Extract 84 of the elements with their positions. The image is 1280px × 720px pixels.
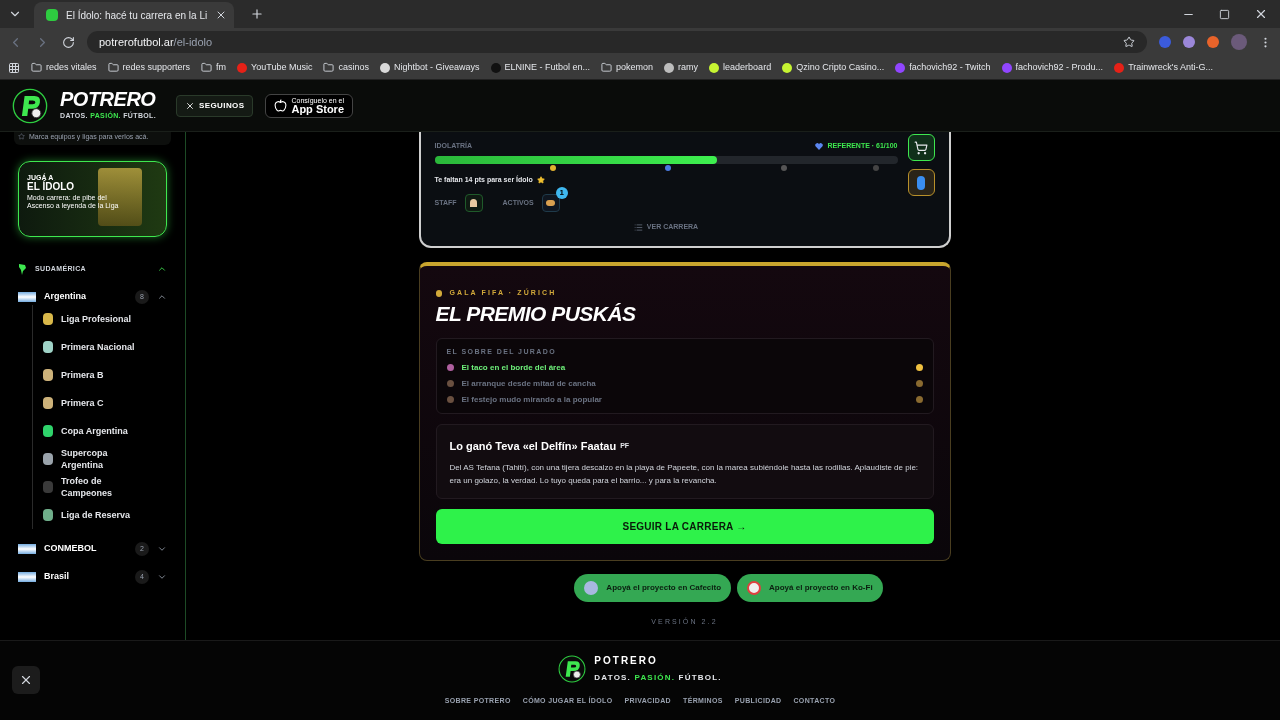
close-button[interactable] [12,666,40,694]
logo-icon [558,654,587,683]
folder-icon [107,62,119,73]
assets-button[interactable] [541,194,560,212]
app-store-label: App Store [291,103,344,115]
bookmark[interactable]: fm [201,60,227,75]
option-emoji-icon [446,380,454,387]
bookmark[interactable]: redes vitales [31,60,97,75]
list-icon [633,222,643,232]
reaction-icon [915,396,923,403]
reload-icon[interactable] [62,35,75,49]
close-window-icon[interactable] [1254,7,1268,21]
bookmark[interactable]: pokemon [601,60,654,75]
flag-icon [18,544,36,554]
item-button[interactable] [907,169,935,196]
league-item[interactable]: Primera B [33,361,167,389]
brand-name: POTRERO [60,89,156,110]
league-item[interactable]: Supercopa Argentina [33,445,167,473]
support-button[interactable]: Apoyá el proyecto en Cafecito [574,574,732,602]
reaction-icon [915,364,923,371]
milestone-icon [780,164,787,171]
staff-button[interactable] [464,194,483,212]
flag-icon [18,572,36,582]
shopping-cart-icon [914,140,928,155]
league-item[interactable]: Trofeo de Campeones [33,473,167,501]
star-icon [536,175,545,184]
league-item[interactable]: Liga Profesional [33,305,167,333]
promo-title: EL ÍDOLO [27,181,76,194]
bookmark[interactable]: Trainwreck's Anti-G... [1114,60,1214,75]
option-emoji-icon [446,396,454,403]
flag-icon [18,292,36,302]
reaction-icon [915,380,923,387]
bookmark[interactable]: leaderboard [709,60,772,75]
result-text: Del AS Tefana (Tahití), con una tijera descalzo en la playa de Papeete, con la marea subiéndole hasta las rodillas. Aplaudiste de pie: era un golazo, la verdad. Lo tuyo queda para el barrio... y para la revancha. [449,461,920,487]
star-icon [18,133,25,140]
folder-icon [601,62,613,73]
bookmark[interactable]: ramy [664,60,699,75]
bookmark[interactable]: casinos [323,60,369,75]
league-item[interactable]: Primera Nacional [33,333,167,361]
bookmark[interactable]: fachovich92 - Twitch [895,60,991,75]
notification-badge: 1 [555,187,568,199]
logo-icon [12,87,48,124]
league-item[interactable]: Copa Argentina [33,417,167,445]
apps-icon[interactable] [8,61,20,74]
league-item[interactable]: Liga de Reserva [33,501,167,529]
address-field[interactable]: potrerofutbol.ar/el-idolo [87,31,1147,53]
apple-icon [274,99,288,112]
new-tab-icon[interactable] [250,7,264,21]
bookmark[interactable]: ELNINE - Futbol en... [490,60,591,75]
milestone-icon [549,164,556,171]
bookmark[interactable]: Nightbot - Giveaways [379,60,480,75]
milestone-icon [872,164,879,171]
tab-title: El Ídolo: hacé tu carrera en la Li [66,8,208,23]
result-title: Lo ganó Teva «el Delfín» Faatau [449,439,617,454]
jury-option[interactable]: El taco en el borde del área [446,362,923,373]
jury-option[interactable]: El festejo mudo mirando a la popular [446,394,923,405]
favicon [46,9,58,21]
bookmark[interactable]: YouTube Music [237,60,313,75]
brand-tagline: DATOS. PASIÓN. FÚTBOL. [594,672,722,684]
heart-icon [815,142,824,150]
bookmark[interactable]: Qzino Cripto Casino... [782,60,885,75]
browser-tab[interactable]: El Ídolo: hacé tu carrera en la Li [34,2,234,28]
extension-icon[interactable] [1183,36,1195,48]
shop-button[interactable] [907,134,935,161]
league-item[interactable]: Primera C [33,389,167,417]
footer-brand: POTRERO [594,654,659,668]
x-logo-icon [185,100,195,111]
folder-icon [323,62,335,73]
continue-button[interactable]: SEGUIR LA CARRERA → [435,508,934,544]
follow-button[interactable]: SEGUINOS [176,94,254,117]
folder-icon [31,62,42,73]
bookmark-star-icon[interactable] [1123,36,1135,48]
support-button[interactable]: Apoyá el proyecto en Ko-Fi [737,574,883,602]
folder-icon [201,62,213,73]
bookmark[interactable]: redes supporters [107,60,191,75]
milestone-icon [664,164,671,171]
jury-option[interactable]: El arranque desde mitad de cancha [446,378,923,389]
maximize-icon[interactable] [1219,8,1230,20]
continent-icon [18,263,27,275]
option-emoji-icon [446,364,454,371]
close-icon [19,673,33,687]
bookmark[interactable]: fachovich92 - Produ... [1001,60,1104,75]
extension-icon[interactable] [1207,36,1219,48]
award-title: EL PREMIO PUSKÁS [435,302,637,324]
